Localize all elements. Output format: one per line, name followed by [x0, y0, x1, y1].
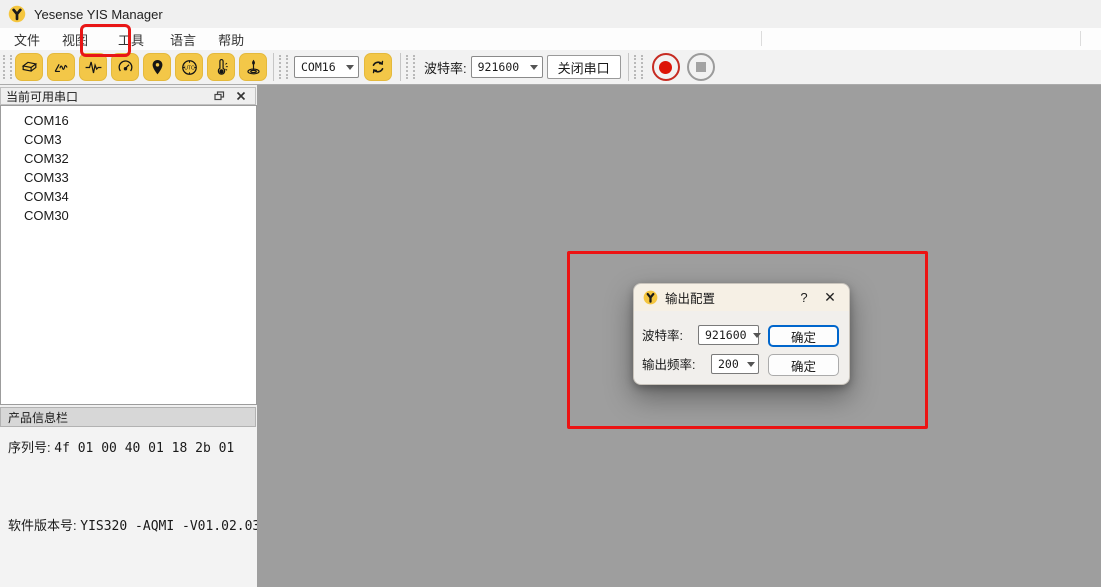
- port-select[interactable]: COM16: [294, 56, 359, 78]
- menu-item-language[interactable]: 语言: [162, 28, 204, 51]
- output-config-dialog: 输出配置 ? ✕ 波特率: 921600 确定 输出频率: 200 确定: [633, 283, 850, 385]
- dialog-rate-ok-button[interactable]: 确定: [768, 354, 839, 376]
- menu-item-tools[interactable]: 工具: [110, 28, 152, 51]
- menubar: 文件 视图 工具 语言 帮助: [0, 28, 1101, 51]
- utc-clock-button[interactable]: UTC: [175, 53, 203, 81]
- app-logo-icon: [8, 5, 26, 23]
- toolbar-drag-handle[interactable]: [279, 55, 288, 79]
- toolbar-drag-handle[interactable]: [406, 55, 415, 79]
- box-3d-button[interactable]: [15, 53, 43, 81]
- dialog-baud-value: 921600: [705, 328, 747, 342]
- ports-panel-title: 当前可用串口: [6, 88, 211, 105]
- app-window: Yesense YIS Manager 文件 视图 工具 语言 帮助: [0, 0, 1101, 587]
- chevron-down-icon: [753, 333, 761, 338]
- chevron-down-icon: [346, 65, 354, 70]
- close-icon: [236, 91, 246, 101]
- list-item[interactable]: COM3: [1, 130, 256, 149]
- dialog-rate-label: 输出频率:: [642, 354, 695, 376]
- menu-item-file[interactable]: 文件: [6, 28, 48, 51]
- baud-rate-select[interactable]: 921600: [471, 56, 543, 78]
- dialog-baud-ok-button[interactable]: 确定: [768, 325, 839, 347]
- toolbar-separator: [400, 53, 401, 81]
- angle-wave-button[interactable]: [47, 53, 75, 81]
- software-version-value: YIS320 -AQMI -V01.02.03;: [80, 519, 268, 534]
- stop-button[interactable]: [687, 53, 715, 81]
- close-panel-button[interactable]: [233, 89, 249, 103]
- dialog-logo-icon: [643, 290, 658, 305]
- box-3d-icon: [20, 58, 39, 77]
- svg-text:UTC: UTC: [184, 65, 195, 71]
- float-panel-button[interactable]: [211, 89, 227, 103]
- location-pin-button[interactable]: [143, 53, 171, 81]
- serial-number-value: 4f 01 00 40 01 18 2b 01: [54, 441, 234, 456]
- info-panel-body: 序列号: 4f 01 00 40 01 18 2b 01 软件版本号: YIS3…: [0, 427, 257, 587]
- list-item[interactable]: COM16: [1, 111, 256, 130]
- float-panel-icon: [214, 91, 225, 101]
- window-title: Yesense YIS Manager: [34, 7, 163, 22]
- angle-wave-icon: [52, 58, 71, 77]
- chevron-down-icon: [530, 65, 538, 70]
- dock-separator: [1080, 31, 1081, 46]
- close-serial-port-button[interactable]: 关闭串口: [547, 55, 621, 79]
- gauge-icon: [116, 58, 135, 77]
- menu-item-view[interactable]: 视图: [54, 28, 96, 51]
- thermometer-icon: [212, 58, 231, 77]
- software-version-label: 软件版本号:: [8, 518, 77, 533]
- waveform-icon: [84, 58, 103, 77]
- toolbar-separator: [628, 53, 629, 81]
- thermometer-button[interactable]: [207, 53, 235, 81]
- left-dock-area: 当前可用串口 COM16 COM3 COM32 COM33 COM34 COM3…: [0, 85, 257, 587]
- list-item[interactable]: COM33: [1, 168, 256, 187]
- altimeter-icon: [244, 58, 263, 77]
- baud-rate-label: 波特率:: [424, 58, 467, 77]
- record-icon: [659, 61, 672, 74]
- chevron-down-icon: [747, 362, 755, 367]
- serial-number-line: 序列号: 4f 01 00 40 01 18 2b 01: [8, 437, 234, 456]
- dialog-title: 输出配置: [665, 288, 793, 307]
- list-item[interactable]: COM32: [1, 149, 256, 168]
- list-item[interactable]: COM30: [1, 206, 256, 225]
- refresh-icon: [369, 58, 387, 76]
- location-pin-icon: [148, 58, 167, 77]
- dialog-close-button[interactable]: ✕: [815, 289, 845, 306]
- altimeter-button[interactable]: [239, 53, 267, 81]
- refresh-ports-button[interactable]: [364, 53, 392, 81]
- toolbar-drag-handle[interactable]: [3, 55, 12, 79]
- ports-list: COM16 COM3 COM32 COM33 COM34 COM30: [0, 105, 257, 405]
- menu-item-help[interactable]: 帮助: [210, 28, 252, 51]
- waveform-button[interactable]: [79, 53, 107, 81]
- info-panel-title: 产品信息栏: [8, 409, 68, 426]
- dock-separator: [761, 31, 762, 46]
- baud-rate-value: 921600: [478, 60, 524, 74]
- dialog-baud-select[interactable]: 921600: [698, 325, 759, 345]
- serial-number-label: 序列号:: [8, 440, 51, 455]
- list-item[interactable]: COM34: [1, 187, 256, 206]
- dialog-baud-row: 波特率: 921600 确定: [634, 325, 849, 347]
- titlebar: Yesense YIS Manager: [0, 0, 1101, 28]
- gauge-button[interactable]: [111, 53, 139, 81]
- dialog-rate-select[interactable]: 200: [711, 354, 759, 374]
- ports-panel-header: 当前可用串口: [0, 87, 256, 105]
- dialog-titlebar[interactable]: 输出配置 ? ✕: [634, 284, 849, 311]
- port-select-value: COM16: [301, 60, 340, 74]
- toolbar-drag-handle[interactable]: [634, 55, 643, 79]
- dialog-rate-value: 200: [718, 357, 741, 371]
- toolbar-separator: [273, 53, 274, 81]
- utc-clock-icon: UTC: [180, 58, 199, 77]
- toolbar: UTC COM16: [0, 50, 1101, 85]
- dialog-help-button[interactable]: ?: [793, 290, 815, 305]
- dialog-baud-label: 波特率:: [642, 325, 683, 347]
- info-panel-header: 产品信息栏: [0, 407, 256, 427]
- software-version-line: 软件版本号: YIS320 -AQMI -V01.02.03;: [8, 515, 268, 534]
- dialog-rate-row: 输出频率: 200 确定: [634, 354, 849, 376]
- stop-icon: [696, 62, 706, 72]
- record-button[interactable]: [652, 53, 680, 81]
